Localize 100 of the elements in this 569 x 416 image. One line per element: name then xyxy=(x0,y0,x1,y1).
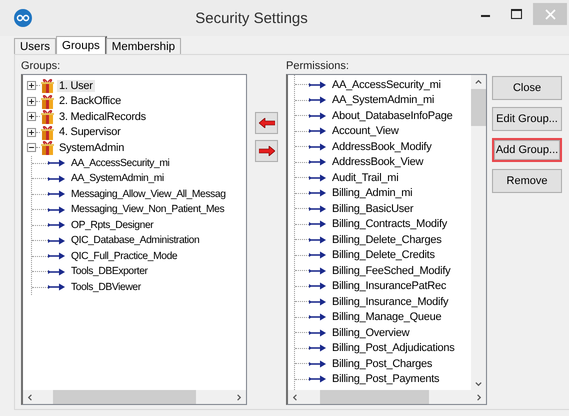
arrow-icon xyxy=(309,313,327,322)
group-item[interactable]: SystemAdmin xyxy=(57,142,126,154)
arrow-icon xyxy=(48,268,66,276)
arrow-icon xyxy=(309,298,327,306)
permission-item[interactable]: QIC_Database_Administration xyxy=(69,235,202,246)
vertical-scrollbar[interactable] xyxy=(471,75,486,390)
arrow-icon xyxy=(48,252,66,260)
arrow-icon xyxy=(309,112,327,120)
scroll-thumb[interactable] xyxy=(320,390,429,404)
arrow-icon xyxy=(48,174,66,183)
app-logo-icon xyxy=(14,9,32,27)
window-title: Security Settings xyxy=(194,10,309,26)
scroll-down-icon[interactable] xyxy=(475,380,482,386)
arrow-icon xyxy=(309,344,327,352)
permission-item[interactable]: Billing_Manage_Queue xyxy=(330,311,444,324)
permission-item[interactable]: QIC_Full_Practice_Mode xyxy=(69,250,180,262)
expand-icon[interactable] xyxy=(27,96,36,106)
permission-item[interactable]: Billing_Delete_Credits xyxy=(330,249,437,262)
permission-item[interactable]: Tools_DBExporter xyxy=(69,266,150,278)
tab[interactable]: Users xyxy=(14,38,56,54)
group-item[interactable]: 1. User xyxy=(57,80,95,92)
permission-item[interactable]: AA_SystemAdmin_mi xyxy=(69,173,166,184)
gift-icon xyxy=(41,109,54,124)
scroll-thumb[interactable] xyxy=(53,390,196,404)
arrow-icon xyxy=(309,80,327,89)
permission-item[interactable]: AA_AccessSecurity_mi xyxy=(69,158,172,169)
permission-item[interactable]: Audit_Trail_mi xyxy=(330,172,400,184)
permission-item[interactable]: AddressBook_Modify xyxy=(330,140,434,153)
arrow-icon xyxy=(309,142,327,151)
groups-label: Groups: xyxy=(21,60,62,73)
left-arrow-icon xyxy=(258,118,274,128)
permission-item[interactable]: Messaging_View_Non_Patient_Mes xyxy=(69,204,226,216)
collapse-icon[interactable] xyxy=(27,143,36,152)
expand-icon[interactable] xyxy=(27,81,36,90)
horizontal-scrollbar[interactable] xyxy=(23,390,246,404)
arrow-icon xyxy=(309,251,327,260)
group-item[interactable]: 4. Supervisor xyxy=(57,126,123,138)
permission-item[interactable]: Billing_BasicUser xyxy=(330,202,416,215)
gift-icon xyxy=(41,78,54,94)
remove-permission-button[interactable] xyxy=(255,112,278,134)
dialog-button[interactable]: Close xyxy=(492,76,562,100)
dialog-button[interactable]: Remove xyxy=(492,169,562,193)
close-icon xyxy=(544,8,556,20)
group-item[interactable]: 2. BackOffice xyxy=(57,95,123,108)
right-arrow-icon xyxy=(258,146,274,156)
arrow-icon xyxy=(48,190,66,198)
arrow-icon xyxy=(48,206,66,214)
arrow-icon xyxy=(309,328,327,337)
expand-icon[interactable] xyxy=(27,112,36,122)
gift-icon xyxy=(41,140,54,156)
arrow-icon xyxy=(309,266,327,275)
horizontal-scrollbar[interactable] xyxy=(288,390,486,404)
arrow-icon xyxy=(309,158,327,166)
add-permission-button[interactable] xyxy=(255,140,278,162)
maximize-icon xyxy=(510,9,522,19)
arrow-icon xyxy=(309,127,327,136)
permission-item[interactable]: Billing_Post_Payments xyxy=(330,373,442,386)
scroll-thumb[interactable] xyxy=(471,89,486,126)
permission-item[interactable]: About_DatabaseInfoPage xyxy=(330,110,454,122)
gift-icon xyxy=(41,124,54,140)
permissions-label: Permissions: xyxy=(286,60,350,73)
permission-item[interactable]: Billing_Post_Charges xyxy=(330,358,434,370)
arrow-icon xyxy=(48,221,66,230)
gift-icon xyxy=(41,94,54,109)
permission-item[interactable]: Billing_Post_Adjudications xyxy=(330,342,457,354)
permission-item[interactable]: Billing_Insurance_Modify xyxy=(330,296,450,308)
permission-item[interactable]: AA_AccessSecurity_mi xyxy=(330,78,443,91)
permission-item[interactable]: AddressBook_View xyxy=(330,156,426,168)
dialog-button[interactable]: Add Group... xyxy=(492,138,562,162)
permission-item[interactable]: Billing_Overview xyxy=(330,326,412,339)
scroll-left-icon[interactable] xyxy=(292,394,299,400)
arrow-icon xyxy=(309,360,327,368)
permission-item[interactable]: Billing_Delete_Charges xyxy=(330,234,444,246)
permission-item[interactable]: Billing_Admin_mi xyxy=(330,187,414,200)
permission-item[interactable]: OP_Rpts_Designer xyxy=(69,220,156,231)
arrow-icon xyxy=(309,174,327,182)
scroll-right-icon[interactable] xyxy=(235,394,242,400)
arrow-icon xyxy=(309,204,327,213)
expand-icon[interactable] xyxy=(27,128,36,137)
permission-item[interactable]: Messaging_Allow_View_All_Messag xyxy=(69,188,228,200)
scroll-left-icon[interactable] xyxy=(27,394,34,400)
permission-item[interactable]: Account_View xyxy=(330,125,401,138)
arrow-icon xyxy=(309,220,327,228)
tab[interactable]: Membership xyxy=(106,38,182,54)
arrow-icon xyxy=(309,189,327,198)
permission-item[interactable]: AA_SystemAdmin_mi xyxy=(330,94,436,106)
permission-item[interactable]: Billing_FeeSched_Modify xyxy=(330,264,452,277)
arrow-icon xyxy=(309,282,327,290)
dialog-button[interactable]: Edit Group... xyxy=(492,107,562,131)
arrow-icon xyxy=(309,375,327,384)
scroll-up-icon[interactable] xyxy=(475,78,482,86)
permission-item[interactable]: Billing_Contracts_Modify xyxy=(330,218,450,230)
group-item[interactable]: 3. MedicalRecords xyxy=(57,110,148,123)
tab[interactable]: Groups xyxy=(56,36,107,54)
arrow-icon xyxy=(48,236,66,245)
arrow-icon xyxy=(48,283,66,292)
permission-item[interactable]: Billing_InsurancePatRec xyxy=(330,280,448,292)
scroll-right-icon[interactable] xyxy=(475,394,482,400)
arrow-icon xyxy=(309,96,327,104)
permission-item[interactable]: Tools_DBViewer xyxy=(69,282,143,293)
